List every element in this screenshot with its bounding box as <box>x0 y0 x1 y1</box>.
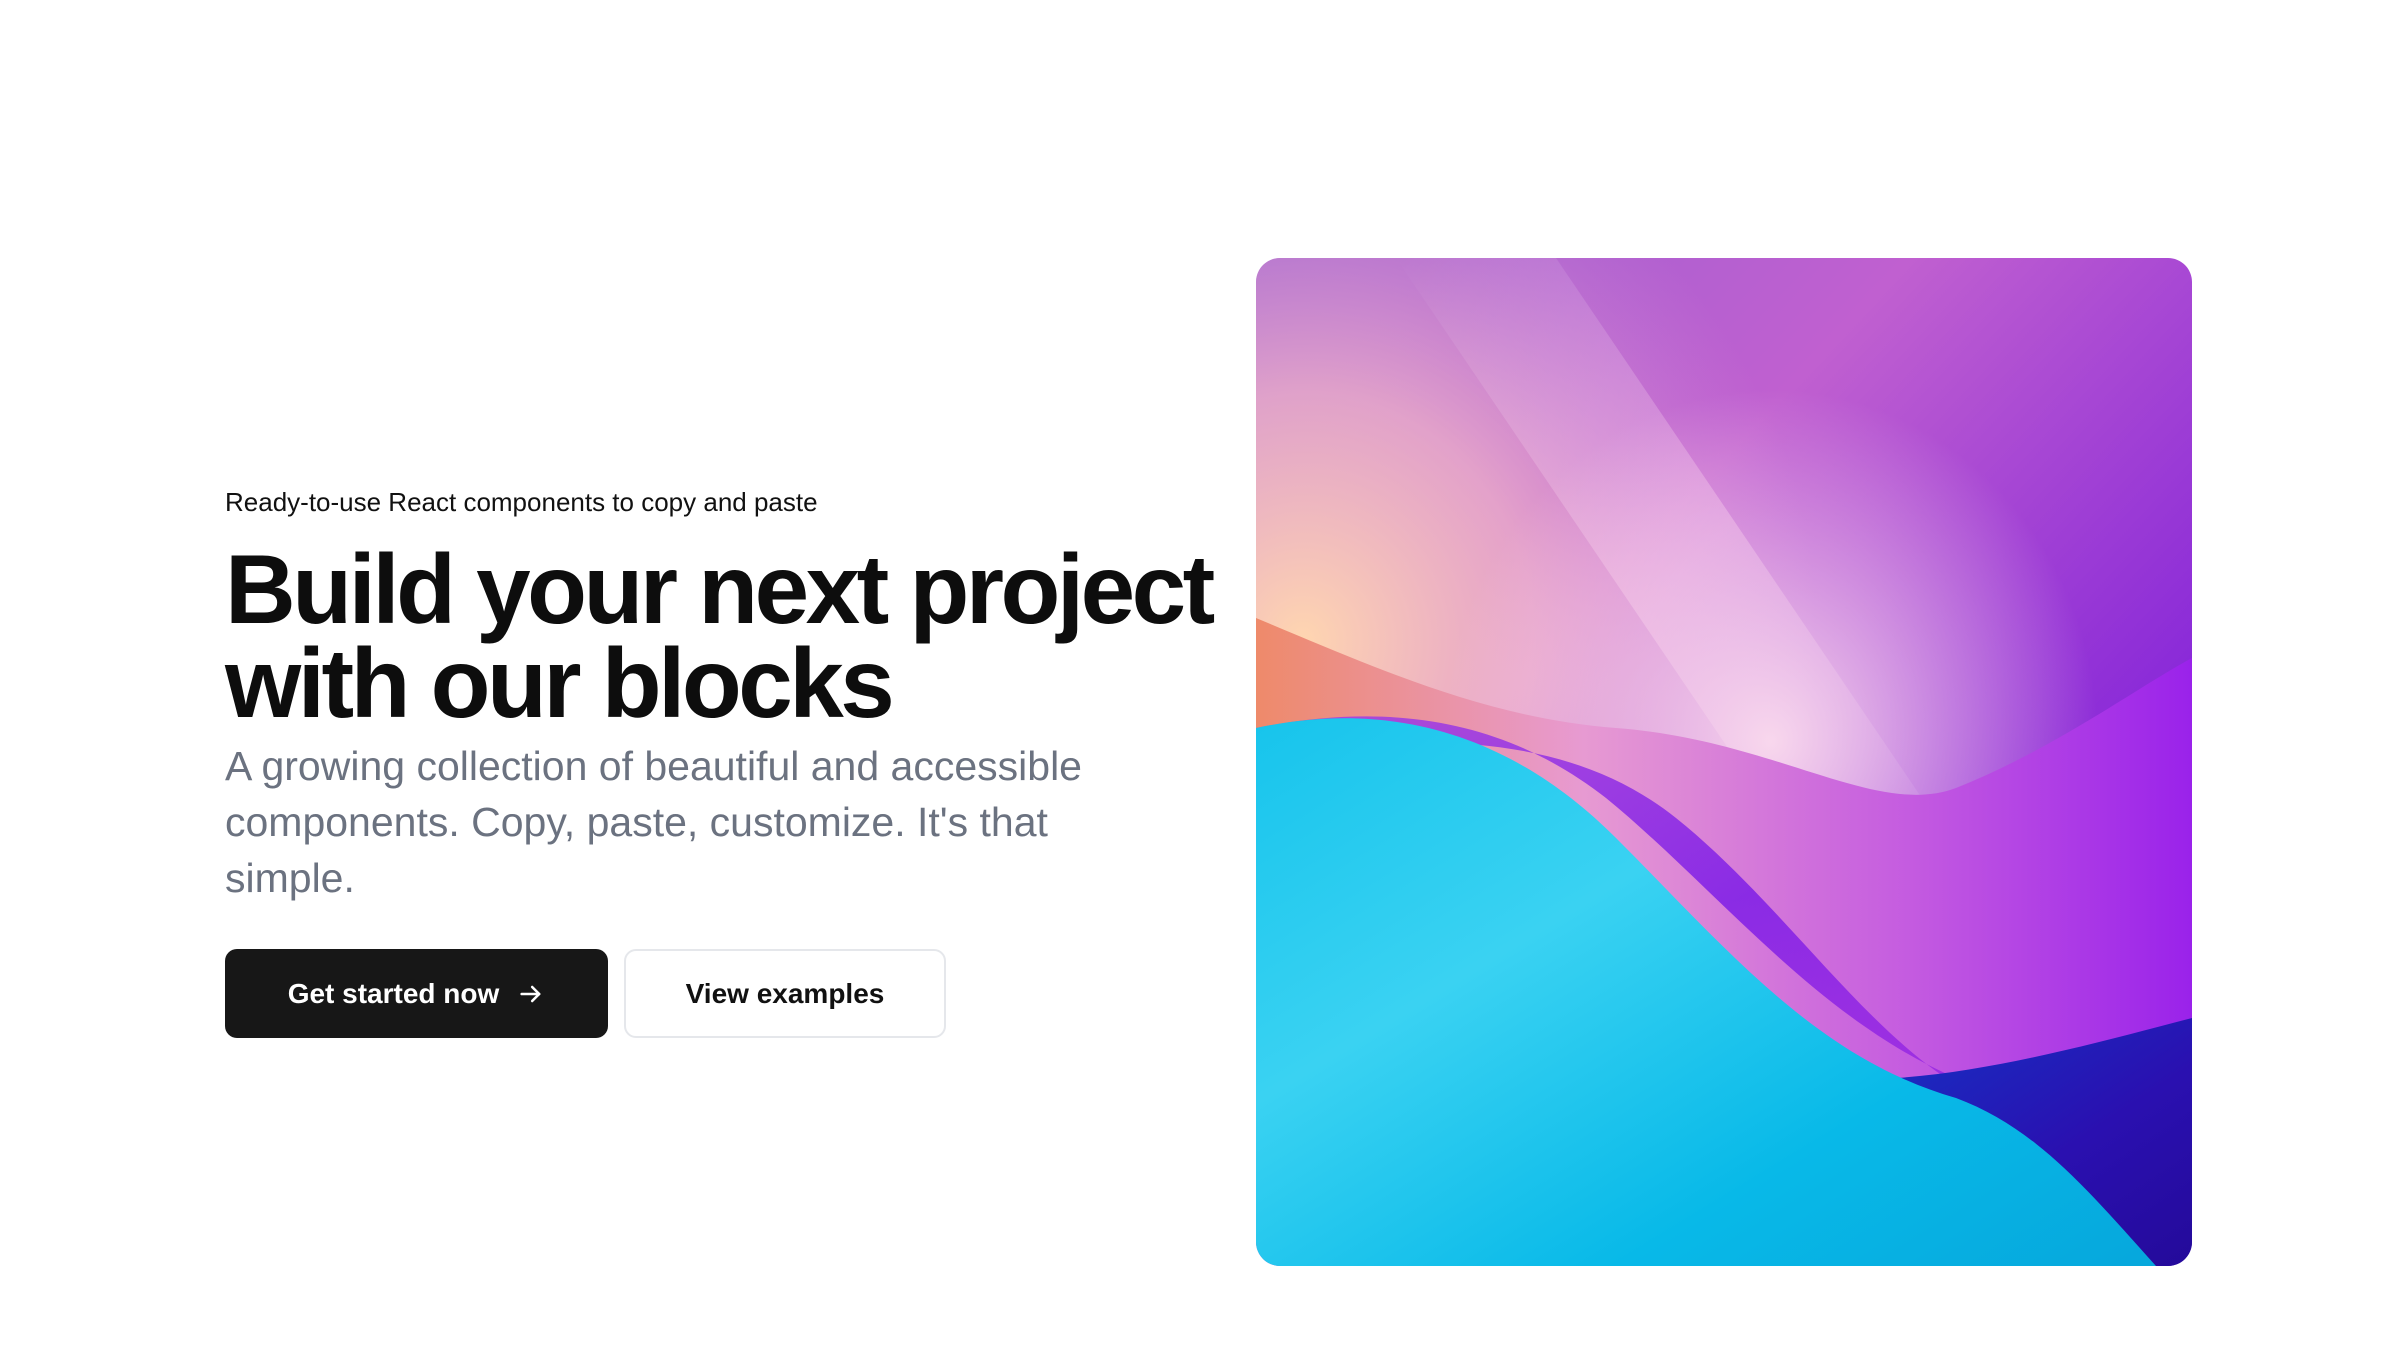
landing-page: Ready-to-use React components to copy an… <box>0 0 2400 1350</box>
abstract-gradient-wave-image <box>1256 258 2192 1266</box>
hero-text-block: Ready-to-use React components to copy an… <box>225 484 1215 906</box>
hero-subtitle: A growing collection of beautiful and ac… <box>225 743 1082 901</box>
arrow-right-icon <box>517 980 545 1008</box>
hero-headline: Build your next project with our blocks <box>225 540 1225 732</box>
get-started-button[interactable]: Get started now <box>225 949 608 1038</box>
cta-row: Get started now View examples <box>225 949 946 1038</box>
hero-eyebrow: Ready-to-use React components to copy an… <box>225 487 818 517</box>
hero-headline-line2: with our blocks <box>225 628 895 738</box>
get-started-label: Get started now <box>287 977 500 1009</box>
view-examples-button[interactable]: View examples <box>624 949 946 1038</box>
view-examples-label: View examples <box>685 977 885 1009</box>
